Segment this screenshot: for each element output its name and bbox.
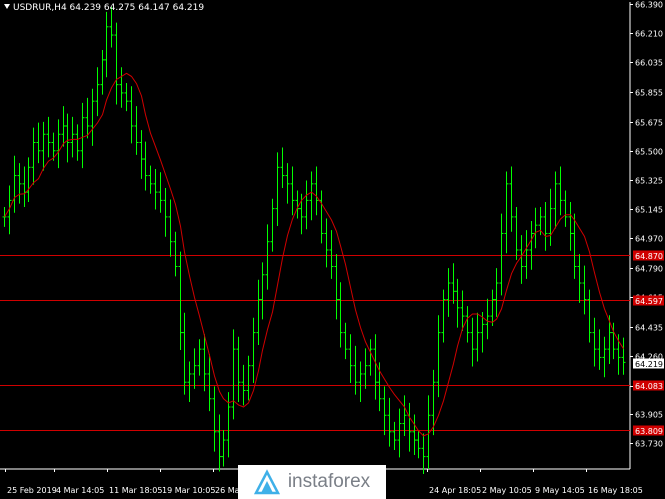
- y-tick-label: 63.730: [635, 440, 663, 449]
- instaforex-logo-icon: [253, 469, 280, 495]
- y-tick-label: 66.035: [635, 59, 663, 68]
- y-tick-label: 64.435: [635, 324, 663, 333]
- x-tick-label: 16 May 18:05: [588, 486, 643, 495]
- y-tick-label: 63.905: [635, 411, 663, 420]
- x-tick-label: 24 Apr 18:05: [429, 486, 481, 495]
- symbol-line: USDRUR,H4 64.239 64.275 64.147 64.219: [13, 3, 205, 13]
- y-tick-label: 65.855: [635, 89, 663, 98]
- y-tick-label: 65.145: [635, 206, 663, 215]
- current-price-label: 64.219: [635, 360, 663, 369]
- watermark-text: instaforex: [287, 471, 371, 492]
- x-tick-label: 11 Mar 18:05: [109, 486, 162, 495]
- chart-window[interactable]: 66.390 66.210 66.035 65.855 65.675 65.500 65.3…: [0, 0, 665, 499]
- x-tick-label: 2 May 10:05: [482, 486, 532, 495]
- x-tick-label: 9 May 14:05: [535, 486, 585, 495]
- x-tick-label: 25 Feb 2019: [7, 486, 57, 495]
- y-tick-label: 65.675: [635, 119, 663, 128]
- dropdown-triangle-icon[interactable]: [4, 4, 10, 9]
- x-tick-label: 19 Mar 10:05: [162, 486, 215, 495]
- level-tag-label: 64.870: [635, 252, 663, 261]
- y-tick-label: 65.325: [635, 177, 663, 186]
- y-tick-label: 65.500: [635, 148, 663, 157]
- x-tick-label: 4 Mar 14:05: [56, 486, 104, 495]
- level-tag-label: 64.597: [635, 297, 663, 306]
- price-chart[interactable]: 66.390 66.210 66.035 65.855 65.675 65.500 65.3…: [0, 0, 665, 499]
- y-tick-label: 66.390: [635, 1, 663, 10]
- y-tick-label: 64.790: [635, 265, 663, 274]
- symbol-info: USDRUR,H4 64.239 64.275 64.147 64.219: [4, 3, 204, 13]
- level-tag-label: 64.083: [635, 382, 663, 391]
- level-tag-label: 63.809: [635, 427, 663, 436]
- watermark: instaforex: [238, 465, 386, 499]
- moving-average-line[interactable]: [4, 72, 624, 437]
- y-tick-label: 64.970: [635, 235, 663, 244]
- y-tick-label: 66.210: [635, 30, 663, 39]
